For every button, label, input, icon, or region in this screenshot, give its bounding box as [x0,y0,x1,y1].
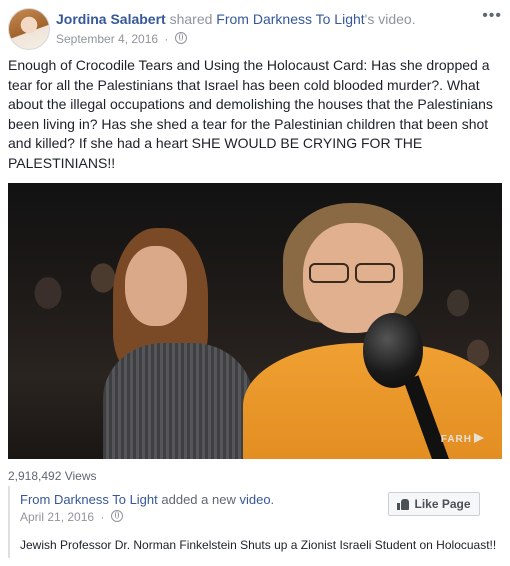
like-page-button[interactable]: Like Page [388,492,480,516]
video-watermark: FARH [441,433,484,445]
post-header: Jordina Salabert shared From Darkness To… [8,8,502,52]
more-options-icon[interactable]: ••• [482,8,502,24]
original-post-title: From Darkness To Light added a new video… [20,492,274,507]
original-period: . [270,492,275,507]
video-person-left [103,228,253,459]
original-page-link[interactable]: From Darkness To Light [20,492,158,507]
original-post-attachment: From Darkness To Light added a new video… [8,486,504,558]
watermark-text: FARH [440,434,472,445]
author-avatar[interactable] [8,8,50,50]
facebook-post: Jordina Salabert shared From Darkness To… [0,0,510,566]
view-count: 2,918,492 Views [8,469,97,483]
original-date-link[interactable]: April 21, 2016 [20,510,94,524]
shared-page-link[interactable]: From Darkness To Light [216,11,364,27]
globe-icon[interactable] [174,32,187,44]
original-post-meta: April 21, 2016 · [20,510,123,524]
post-body-text: Enough of Crocodile Tears and Using the … [8,57,493,171]
thumbs-up-icon [397,498,410,510]
post-title-line: Jordina Salabert shared From Darkness To… [56,11,416,27]
original-meta-separator: · [100,510,105,524]
original-video-link[interactable]: video [239,492,270,507]
video-player[interactable]: FARH [8,183,502,459]
post-meta: September 4, 2016 · [56,32,187,46]
meta-separator: · [164,32,169,46]
shared-label: shared [169,11,213,27]
microphone-icon [363,313,423,388]
original-added-label: added a new [161,492,236,507]
original-video-description: Jewish Professor Dr. Norman Finkelstein … [20,538,497,552]
author-name-link[interactable]: Jordina Salabert [56,11,166,27]
original-globe-icon[interactable] [110,510,123,522]
shared-suffix: 's video. [364,11,416,27]
like-page-label: Like Page [414,497,471,511]
post-date-link[interactable]: September 4, 2016 [56,32,158,46]
watermark-glyph-icon [474,433,484,443]
